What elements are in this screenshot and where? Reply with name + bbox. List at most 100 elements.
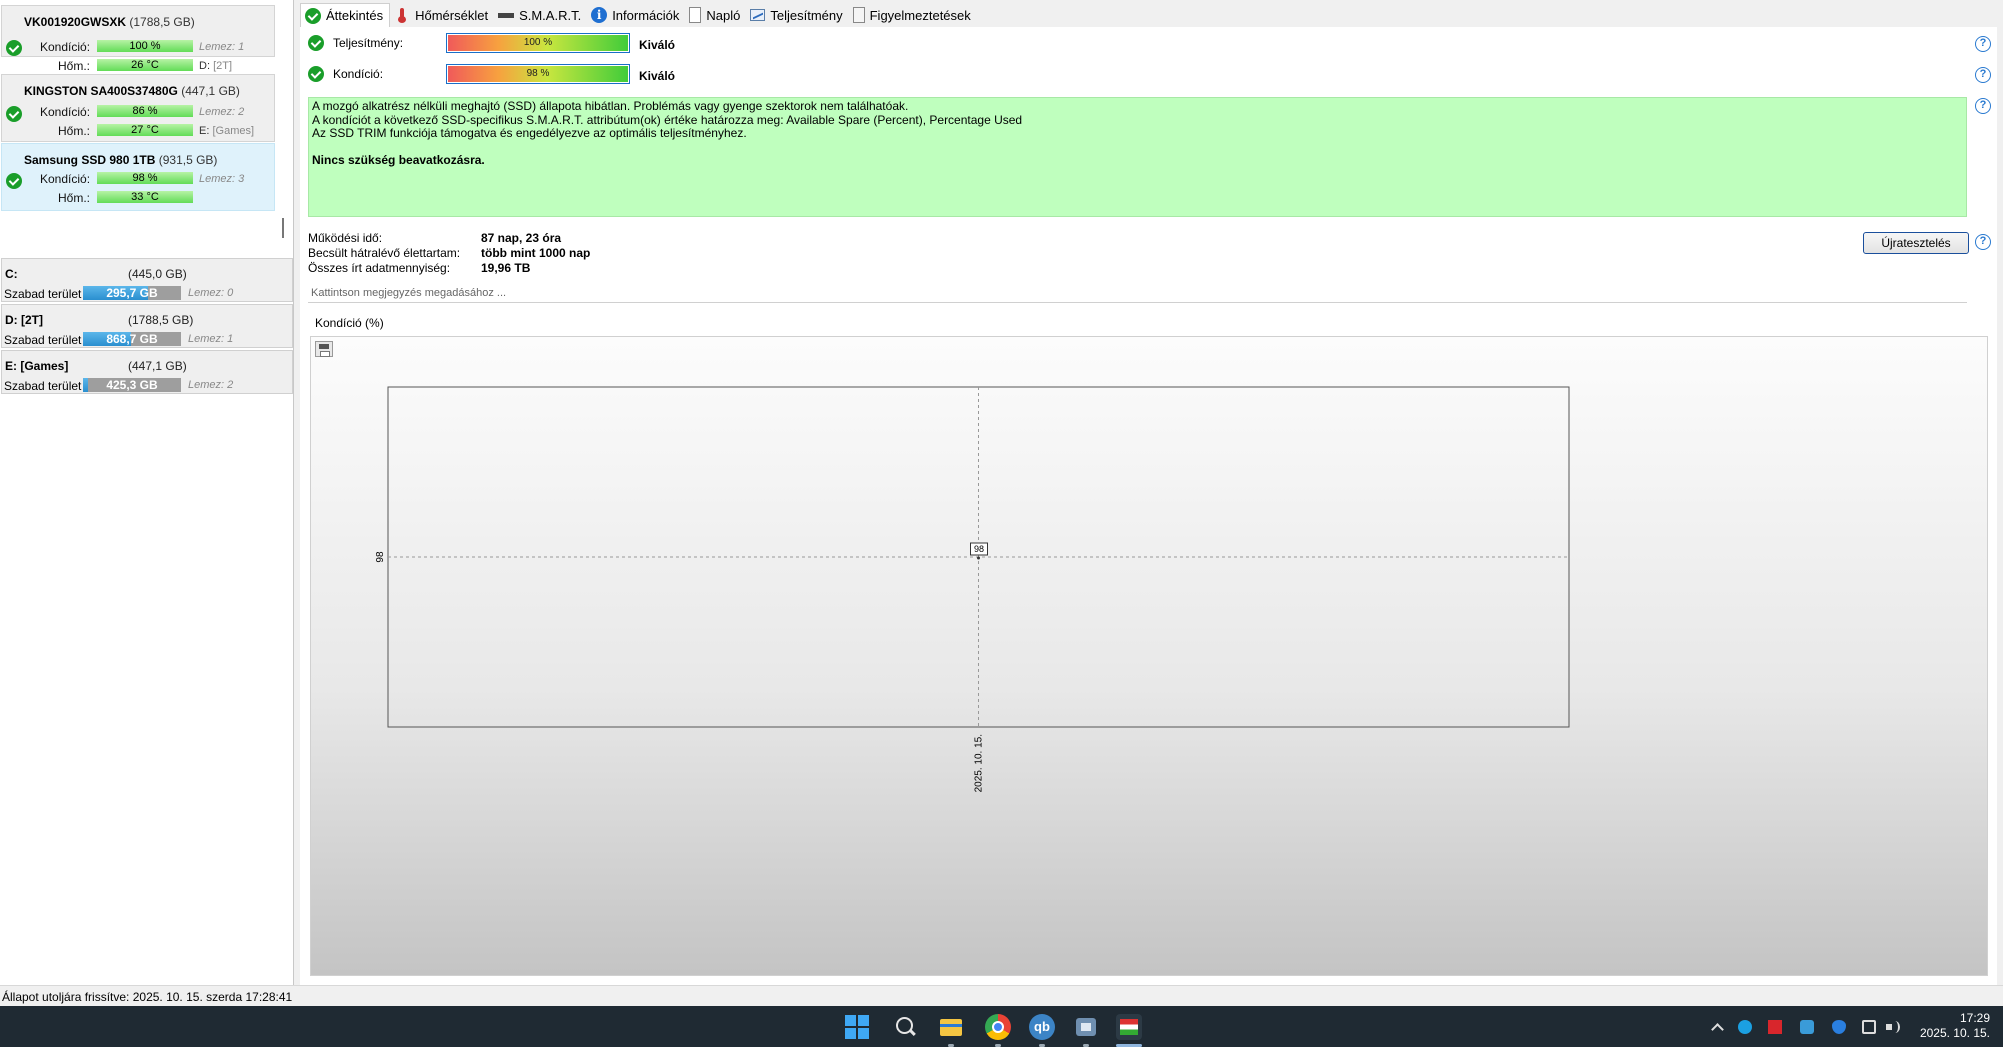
chart-svg: 98 2025. 10. 15. 98 bbox=[375, 386, 1570, 792]
description-summary: Nincs szükség beavatkozásra. bbox=[312, 152, 485, 167]
help-icon[interactable]: ? bbox=[1975, 36, 1991, 52]
thermometer-icon bbox=[394, 7, 410, 23]
description-line: Az SSD TRIM funkciója támogatva és enged… bbox=[312, 126, 747, 140]
data-label: 98 bbox=[974, 544, 984, 554]
health-label: Kondíció: bbox=[40, 172, 91, 186]
tab-label: Áttekintés bbox=[326, 8, 384, 23]
temp-label: Hőm.: bbox=[57, 124, 90, 138]
disk-number: Lemez: 2 bbox=[199, 106, 245, 118]
file-explorer-icon[interactable] bbox=[938, 1014, 964, 1040]
health-bar: 86 % bbox=[97, 105, 193, 117]
volume-item[interactable]: C: (445,0 GB) Szabad terület 295,7 GB Le… bbox=[1, 258, 293, 302]
health-bar: 98 % bbox=[446, 64, 630, 84]
status-description: A mozgó alkatrész nélküli meghajtó (SSD)… bbox=[308, 97, 1967, 217]
disk-title: VK001920GWSXK (1788,5 GB) bbox=[24, 15, 195, 29]
disk-item-selected[interactable]: Samsung SSD 980 1TB (931,5 GB) Kondíció:… bbox=[1, 143, 275, 211]
disk-number: Lemez: 1 bbox=[199, 41, 245, 53]
qbittorrent-icon[interactable]: qb bbox=[1029, 1014, 1055, 1040]
clock[interactable]: 17:29 2025. 10. 15. bbox=[1910, 1011, 1990, 1041]
tray-app-icon[interactable] bbox=[1738, 1020, 1752, 1034]
detail-row: Működési idő: 87 nap, 23 óra bbox=[308, 231, 562, 245]
amd-icon[interactable] bbox=[1768, 1020, 1782, 1034]
temp-bar: 33 °C bbox=[97, 191, 193, 203]
check-icon bbox=[308, 35, 324, 51]
help-icon[interactable]: ? bbox=[1975, 67, 1991, 83]
help-icon[interactable]: ? bbox=[1975, 234, 1991, 250]
left-panel: VK001920GWSXK (1788,5 GB) Kondíció: 100 … bbox=[0, 0, 294, 985]
tab-performance[interactable]: Teljesítmény bbox=[746, 3, 848, 27]
detail-row: Összes írt adatmennyiség: 19,96 TB bbox=[308, 261, 531, 275]
help-icon[interactable]: ? bbox=[1975, 98, 1991, 114]
volume-disk-number: Lemez: 1 bbox=[188, 333, 234, 345]
retest-button[interactable]: Újratesztelés bbox=[1863, 232, 1969, 254]
clock-time: 17:29 bbox=[1959, 1011, 1990, 1025]
tab-smart[interactable]: S.M.A.R.T. bbox=[494, 3, 587, 27]
tab-label: S.M.A.R.T. bbox=[519, 7, 582, 23]
clock-date: 2025. 10. 15. bbox=[1919, 1026, 1990, 1040]
tab-bar: Áttekintés Hőmérséklet S.M.A.R.T. i Infor… bbox=[300, 3, 977, 27]
note-input[interactable] bbox=[308, 283, 1967, 303]
description-line: A mozgó alkatrész nélküli meghajtó (SSD)… bbox=[312, 99, 909, 113]
disk-number: Lemez: 3 bbox=[199, 173, 245, 185]
tab-temperature[interactable]: Hőmérséklet bbox=[390, 3, 494, 27]
chrome-icon[interactable] bbox=[985, 1014, 1011, 1040]
chart-icon bbox=[750, 9, 766, 21]
volume-disk-number: Lemez: 2 bbox=[188, 379, 234, 391]
volume-item[interactable]: E: [Games] (447,1 GB) Szabad terület 425… bbox=[1, 350, 293, 394]
disk-title: KINGSTON SA400S37480G (447,1 GB) bbox=[24, 84, 240, 98]
tab-label: Figyelmeztetések bbox=[869, 7, 971, 23]
tab-information[interactable]: i Információk bbox=[587, 3, 685, 27]
hard-disk-sentinel-icon[interactable] bbox=[1116, 1014, 1142, 1040]
health-row: Kondíció: bbox=[308, 64, 453, 84]
disk-item[interactable]: VK001920GWSXK (1788,5 GB) Kondíció: 100 … bbox=[1, 5, 275, 73]
temp-label: Hőm.: bbox=[57, 59, 90, 73]
y-tick-label: 98 bbox=[375, 551, 386, 563]
tab-label: Teljesítmény bbox=[770, 7, 843, 23]
disk-title: Samsung SSD 980 1TB (931,5 GB) bbox=[24, 153, 218, 167]
app-icon[interactable] bbox=[1073, 1014, 1099, 1040]
temp-label: Hőm.: bbox=[57, 191, 90, 205]
bluetooth-icon[interactable] bbox=[1832, 1020, 1846, 1034]
description-line: A kondíciót a következő SSD-specifikus S… bbox=[312, 112, 1023, 127]
windows-start-icon[interactable] bbox=[844, 1014, 870, 1040]
performance-verdict: Kiváló bbox=[639, 38, 676, 52]
health-verdict: Kiváló bbox=[639, 69, 676, 83]
free-space-bar: 425,3 GB bbox=[83, 378, 181, 392]
tab-warnings[interactable]: Figyelmeztetések bbox=[849, 3, 977, 27]
data-point bbox=[977, 556, 980, 560]
volume-size: (447,1 GB) bbox=[128, 359, 187, 373]
disk-item[interactable]: KINGSTON SA400S37480G (447,1 GB) Kondíci… bbox=[1, 74, 275, 142]
chevron-up-icon[interactable] bbox=[1710, 1020, 1724, 1034]
volume-icon[interactable] bbox=[1886, 1020, 1900, 1034]
check-icon bbox=[6, 106, 22, 122]
check-icon bbox=[305, 7, 321, 24]
network-icon[interactable] bbox=[1862, 1020, 1876, 1034]
document-icon bbox=[689, 7, 702, 23]
free-space-label: Szabad terület bbox=[4, 379, 82, 393]
temp-bar: 27 °C bbox=[97, 124, 193, 136]
tab-log[interactable]: Napló bbox=[685, 3, 746, 27]
disk-list-scrollbar[interactable] bbox=[282, 218, 284, 238]
volume-item[interactable]: D: [2T] (1788,5 GB) Szabad terület 868,7… bbox=[1, 304, 293, 348]
overview-panel: Teljesítmény: 100 % Kiváló ? Kondíció: 9… bbox=[300, 27, 1997, 985]
tab-overview[interactable]: Áttekintés bbox=[300, 3, 391, 27]
tab-label: Hőmérséklet bbox=[415, 7, 489, 23]
temp-bar: 26 °C bbox=[97, 59, 193, 71]
volume-size: (445,0 GB) bbox=[128, 267, 187, 281]
free-space-fill bbox=[83, 378, 88, 392]
health-chart: 98 2025. 10. 15. 98 bbox=[310, 336, 1988, 976]
tab-label: Információk bbox=[612, 7, 680, 23]
chart-title: Kondíció (%) bbox=[315, 316, 384, 330]
health-bar: 98 % bbox=[97, 172, 193, 184]
smart-icon bbox=[498, 7, 515, 23]
health-label: Kondíció: bbox=[40, 40, 91, 54]
free-space-bar: 868,7 GB bbox=[83, 332, 181, 346]
performance-bar: 100 % bbox=[446, 33, 630, 53]
free-space-label: Szabad terület bbox=[4, 287, 82, 301]
free-space-bar: 295,7 GB bbox=[83, 286, 181, 300]
security-icon[interactable] bbox=[1800, 1020, 1814, 1034]
status-bar: Állapot utoljára frissítve: 2025. 10. 15… bbox=[0, 985, 2003, 1006]
free-space-label: Szabad terület bbox=[4, 333, 82, 347]
drive-letter: D: [2T] bbox=[199, 60, 233, 72]
search-icon[interactable] bbox=[892, 1014, 918, 1040]
